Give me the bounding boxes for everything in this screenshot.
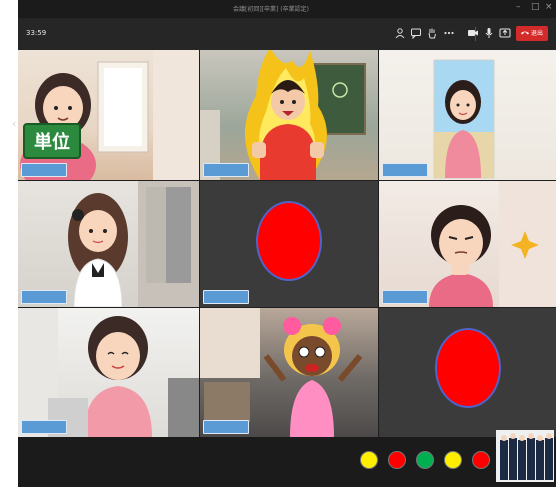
camera-off-avatar	[435, 328, 501, 408]
camera-off-avatar	[256, 201, 322, 281]
self-view-group-image	[496, 430, 554, 482]
participant-name-tag	[203, 420, 249, 434]
title-bar: 会議[初回][卒業] (卒業認定) – □ ×	[18, 0, 556, 18]
raise-hand-icon[interactable]	[426, 27, 438, 39]
participant-6-video	[429, 181, 556, 307]
video-grid: 単位	[18, 50, 556, 437]
video-tile-7[interactable]	[18, 308, 199, 437]
participant-name-tag	[382, 163, 428, 177]
participant-name-tag	[21, 420, 67, 434]
share-icon[interactable]	[499, 27, 511, 39]
camera-icon[interactable]	[467, 27, 479, 39]
chevron-left-icon[interactable]: ‹	[12, 117, 22, 130]
participant-name-tag	[203, 290, 249, 304]
participant-2-video	[200, 50, 366, 180]
video-tile-1[interactable]: 単位	[18, 50, 199, 180]
reaction-dot-yellow[interactable]	[360, 451, 378, 469]
participant-name-tag	[382, 290, 428, 304]
reaction-dot-red[interactable]	[388, 451, 406, 469]
leave-label: 退出	[530, 30, 543, 37]
participant-name-tag	[21, 163, 67, 177]
participant-7-video	[18, 308, 199, 437]
video-tile-3[interactable]	[379, 50, 556, 180]
meeting-timer: 33:59	[26, 29, 47, 37]
participant-name-tag	[21, 290, 67, 304]
reaction-dot-green[interactable]	[416, 451, 434, 469]
maximize-button[interactable]: □	[531, 2, 540, 12]
video-tile-6[interactable]	[379, 181, 556, 307]
sign-text: 単位	[34, 131, 70, 153]
video-tile-4[interactable]	[18, 181, 199, 307]
video-tile-8[interactable]	[200, 308, 378, 437]
phone-hangup-icon	[521, 30, 531, 37]
reaction-dot-red-2[interactable]	[472, 451, 490, 469]
meeting-window: 会議[初回][卒業] (卒業認定) – □ × 33:59 退出 単位	[18, 0, 556, 487]
participant-4-video	[68, 181, 199, 307]
participants-icon[interactable]	[394, 27, 406, 39]
minimize-button[interactable]: –	[516, 2, 521, 12]
chat-icon[interactable]	[410, 27, 422, 40]
leave-meeting-button[interactable]: 退出	[516, 26, 548, 41]
close-button[interactable]: ×	[545, 2, 553, 12]
participant-8-video	[200, 308, 363, 437]
participant-1-video: 単位	[20, 50, 199, 180]
window-title: 会議[初回][卒業] (卒業認定)	[233, 6, 309, 13]
meeting-toolbar: 33:59 退出	[18, 18, 556, 50]
reaction-dot-yellow-2[interactable]	[444, 451, 462, 469]
participant-name-tag	[203, 163, 249, 177]
video-tile-5-camera-off[interactable]	[200, 181, 378, 307]
mic-icon[interactable]	[483, 27, 495, 39]
participant-3-video	[433, 59, 495, 179]
video-tile-9-camera-off[interactable]	[379, 308, 556, 437]
more-icon[interactable]	[443, 27, 455, 39]
video-tile-2[interactable]	[200, 50, 378, 180]
self-view-thumbnail[interactable]	[496, 430, 554, 482]
